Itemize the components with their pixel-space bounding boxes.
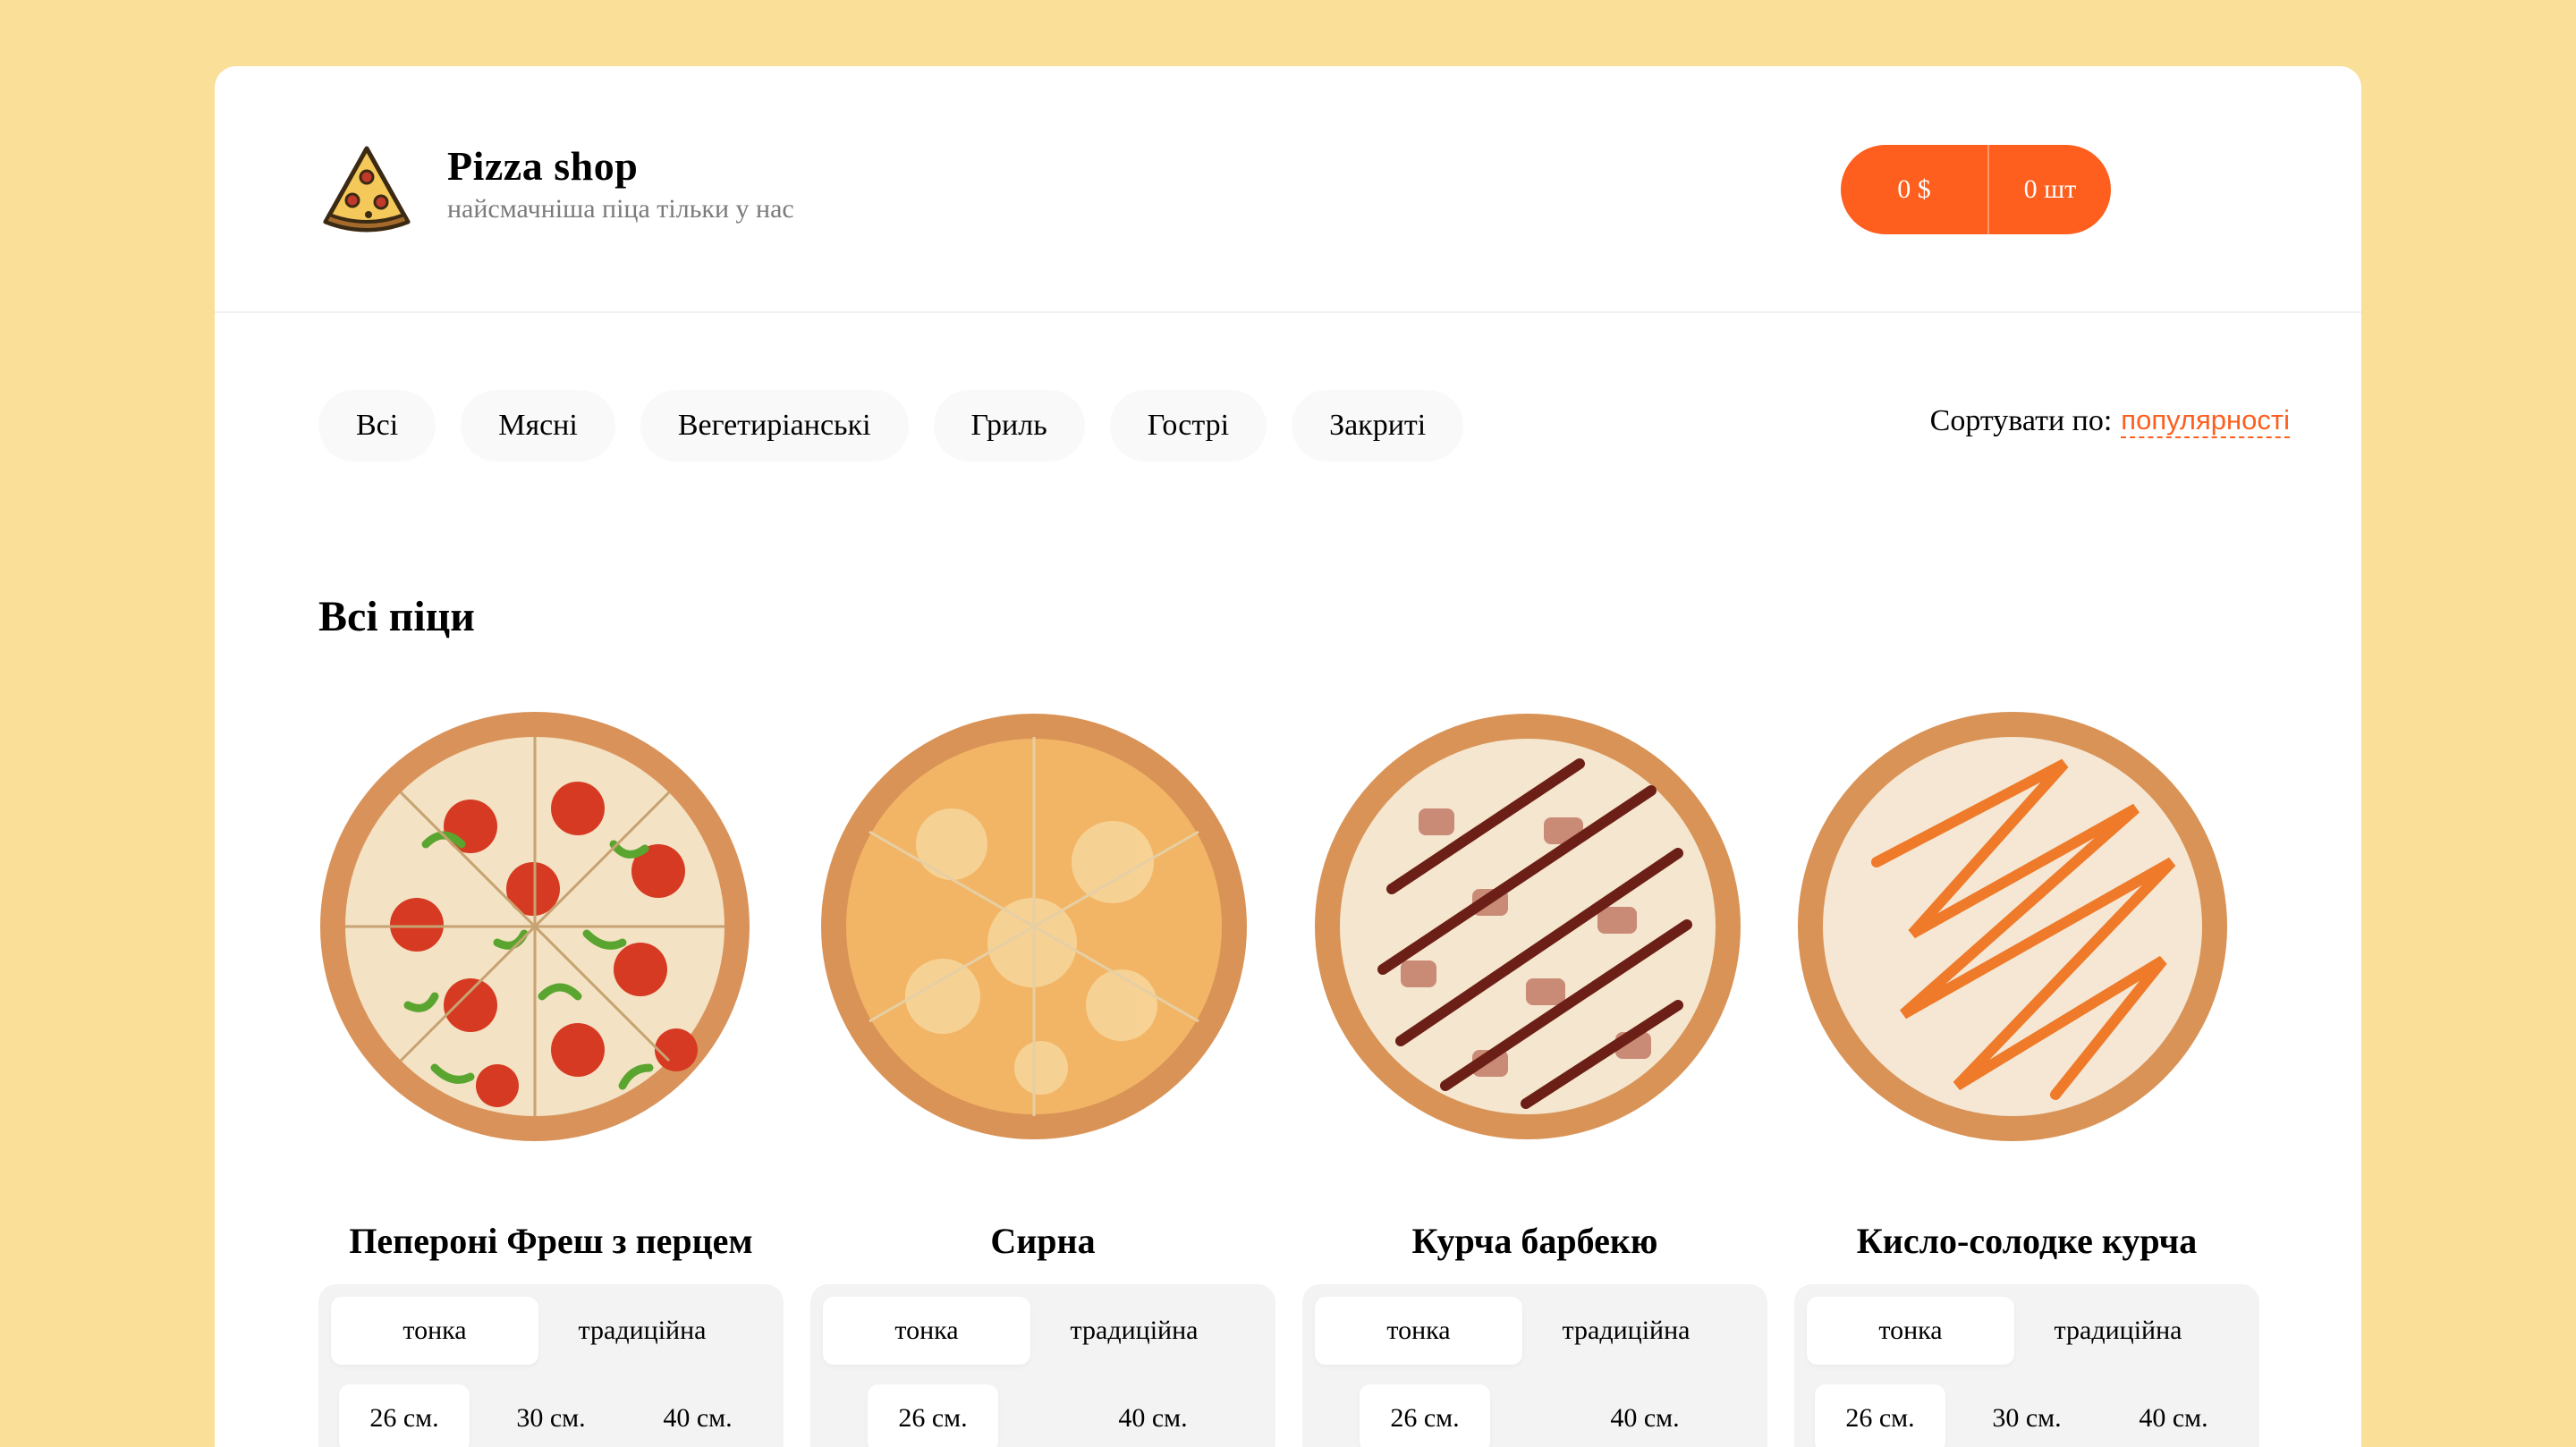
shop-subtitle: найсмачніша піца тільки у нас [447, 194, 794, 224]
size-26-option[interactable]: 26 см. [339, 1384, 470, 1447]
cart-price: 0 $ [1897, 174, 1931, 204]
cheese-pizza-image [821, 714, 1247, 1139]
category-grill[interactable]: Гриль [933, 390, 1085, 461]
pizza-options: тонка традиційна 26 см. 40 см. [1302, 1284, 1767, 1447]
cart-count: 0 шт [2023, 174, 2077, 204]
size-30-option[interactable]: 30 см. [486, 1384, 616, 1447]
pepperoni-pizza-image [320, 712, 750, 1141]
pizza-name: Сирна [990, 1221, 1096, 1261]
sort-control: Сортувати по: популярності [1930, 404, 2290, 438]
pizza-options: тонка традиційна 26 см. 30 см. 40 см. [318, 1284, 784, 1447]
dough-thin-option[interactable]: тонка [331, 1297, 538, 1365]
dough-selector: тонка традиційна [1807, 1297, 2247, 1365]
category-vegetarian[interactable]: Вегетиріанські [640, 390, 909, 461]
size-40-option[interactable]: 40 см. [1088, 1384, 1218, 1447]
section-title: Всі піци [318, 593, 475, 640]
size-26-option[interactable]: 26 см. [868, 1384, 998, 1447]
dough-selector: тонка традиційна [823, 1297, 1263, 1365]
bbq-chicken-pizza-image [1315, 714, 1741, 1139]
cart-button[interactable]: 0 $ 0 шт [1841, 145, 2111, 234]
size-26-option[interactable]: 26 см. [1815, 1384, 1945, 1447]
size-selector: 26 см. 40 см. [1315, 1384, 1755, 1447]
shop-title[interactable]: Pizza shop [447, 142, 638, 190]
dough-thin-option[interactable]: тонка [1807, 1297, 2014, 1365]
category-meat[interactable]: Мясні [461, 390, 615, 461]
dough-traditional-option[interactable]: традиційна [1522, 1297, 1730, 1365]
category-closed[interactable]: Закриті [1292, 390, 1464, 461]
dough-selector: тонка традиційна [1315, 1297, 1755, 1365]
category-list: Всі Мясні Вегетиріанські Гриль Гострі За… [318, 390, 1464, 461]
dough-thin-option[interactable]: тонка [1315, 1297, 1522, 1365]
pizza-name: Пепероні Фреш з перцем [349, 1221, 753, 1261]
size-26-option[interactable]: 26 см. [1360, 1384, 1490, 1447]
category-spicy[interactable]: Гострі [1109, 390, 1267, 461]
pizza-options: тонка традиційна 26 см. 30 см. 40 см. [1794, 1284, 2259, 1447]
size-40-option[interactable]: 40 см. [2108, 1384, 2239, 1447]
sweet-sour-chicken-pizza-image [1798, 712, 2227, 1141]
main-wrapper: Pizza shop найсмачніша піца тільки у нас… [215, 66, 2361, 1447]
dough-traditional-option[interactable]: традиційна [538, 1297, 746, 1365]
size-40-option[interactable]: 40 см. [632, 1384, 763, 1447]
size-selector: 26 см. 40 см. [823, 1384, 1263, 1447]
size-selector: 26 см. 30 см. 40 см. [1807, 1384, 2247, 1447]
pizza-logo-icon [323, 146, 411, 233]
dough-selector: тонка традиційна [331, 1297, 771, 1365]
size-30-option[interactable]: 30 см. [1962, 1384, 2092, 1447]
pizza-name: Курча барбекю [1411, 1221, 1658, 1261]
size-40-option[interactable]: 40 см. [1580, 1384, 1710, 1447]
pizza-options: тонка традиційна 26 см. 40 см. [810, 1284, 1275, 1447]
category-all[interactable]: Всі [318, 390, 436, 461]
dough-traditional-option[interactable]: традиційна [1030, 1297, 1238, 1365]
pizza-name: Кисло-солодке курча [1856, 1221, 2198, 1261]
header: Pizza shop найсмачніша піца тільки у нас… [215, 66, 2361, 313]
size-selector: 26 см. 30 см. 40 см. [331, 1384, 771, 1447]
dough-thin-option[interactable]: тонка [823, 1297, 1030, 1365]
sort-label: Сортувати по: [1929, 404, 2113, 437]
dough-traditional-option[interactable]: традиційна [2014, 1297, 2222, 1365]
sort-dropdown[interactable]: популярності [2121, 404, 2290, 438]
